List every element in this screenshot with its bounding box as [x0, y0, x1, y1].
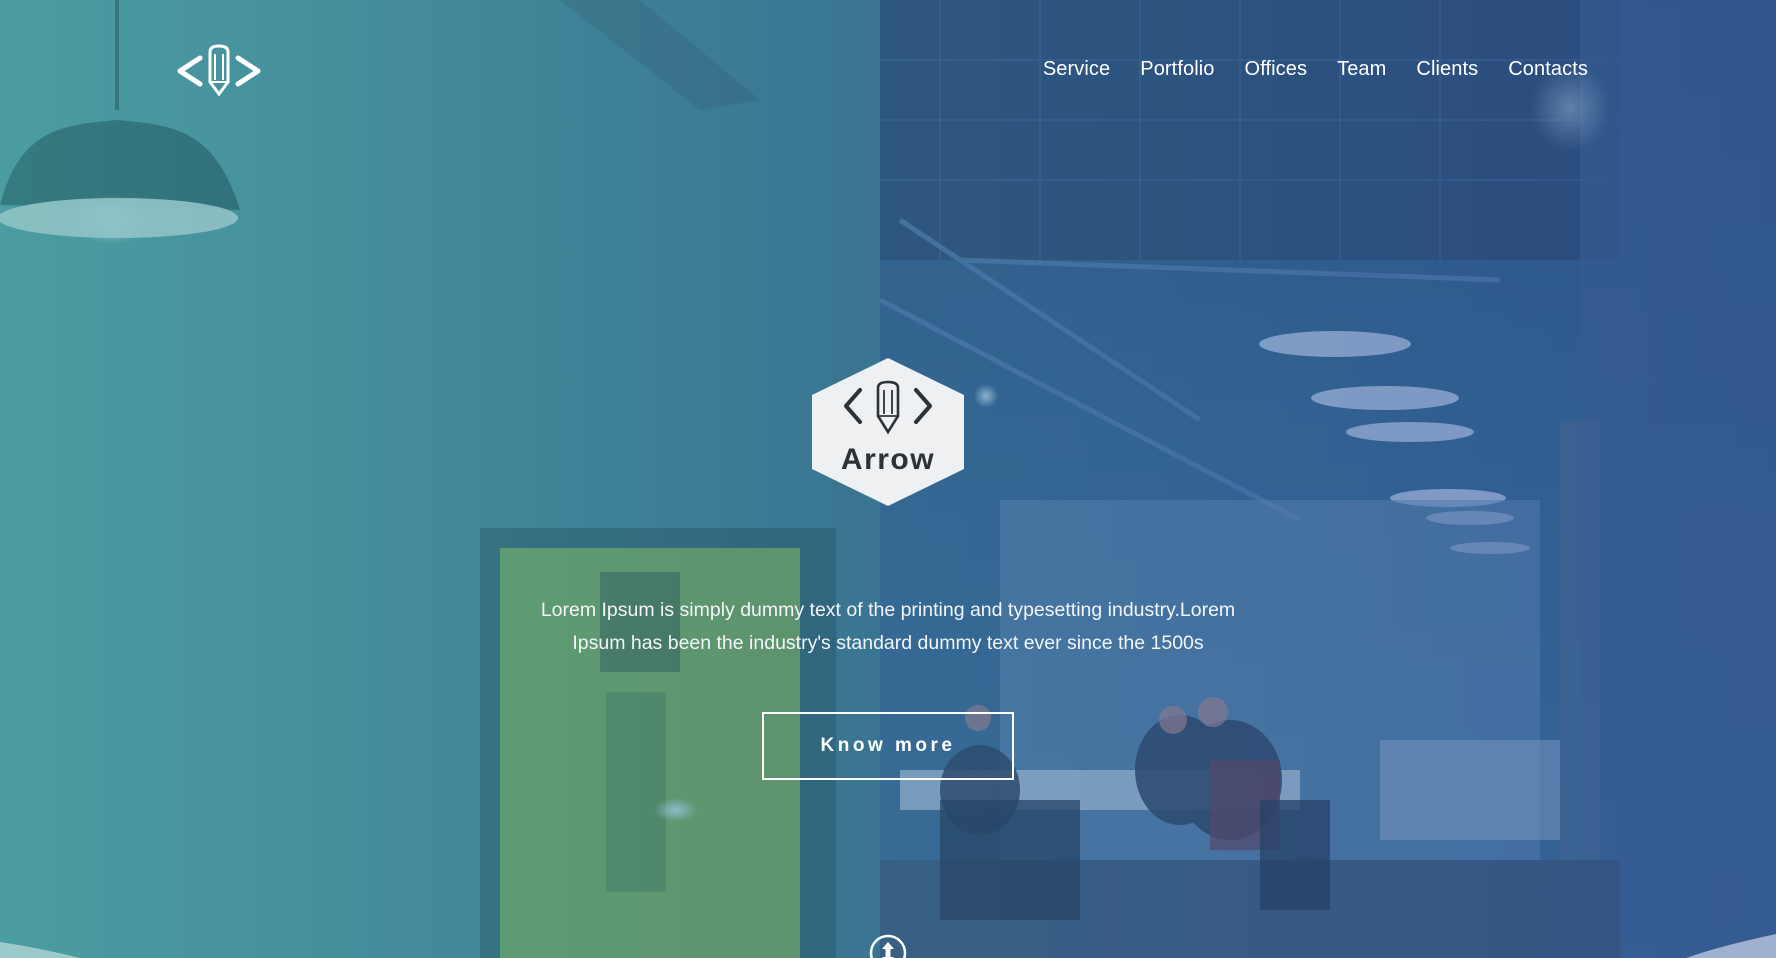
scroll-down-icon [869, 934, 907, 958]
brand-badge: Arrow [812, 358, 964, 506]
scroll-down-button[interactable] [869, 934, 907, 958]
code-pencil-logo-icon [177, 44, 261, 97]
code-pencil-icon [844, 380, 932, 435]
nav-item-contacts[interactable]: Contacts [1508, 58, 1588, 81]
hero-description: Lorem Ipsum is simply dummy text of the … [540, 598, 1236, 654]
hero-section: Service Portfolio Offices Team Clients C… [0, 0, 1776, 958]
badge-title: Arrow [840, 443, 936, 476]
nav-item-portfolio[interactable]: Portfolio [1140, 58, 1214, 81]
nav-item-team[interactable]: Team [1337, 58, 1386, 81]
nav-item-service[interactable]: Service [1043, 58, 1110, 81]
nav-item-offices[interactable]: Offices [1245, 58, 1308, 81]
know-more-button[interactable]: Know more [762, 712, 1014, 780]
nav-item-clients[interactable]: Clients [1416, 58, 1478, 81]
main-nav: Service Portfolio Offices Team Clients C… [1043, 58, 1588, 81]
site-logo[interactable] [174, 44, 264, 98]
